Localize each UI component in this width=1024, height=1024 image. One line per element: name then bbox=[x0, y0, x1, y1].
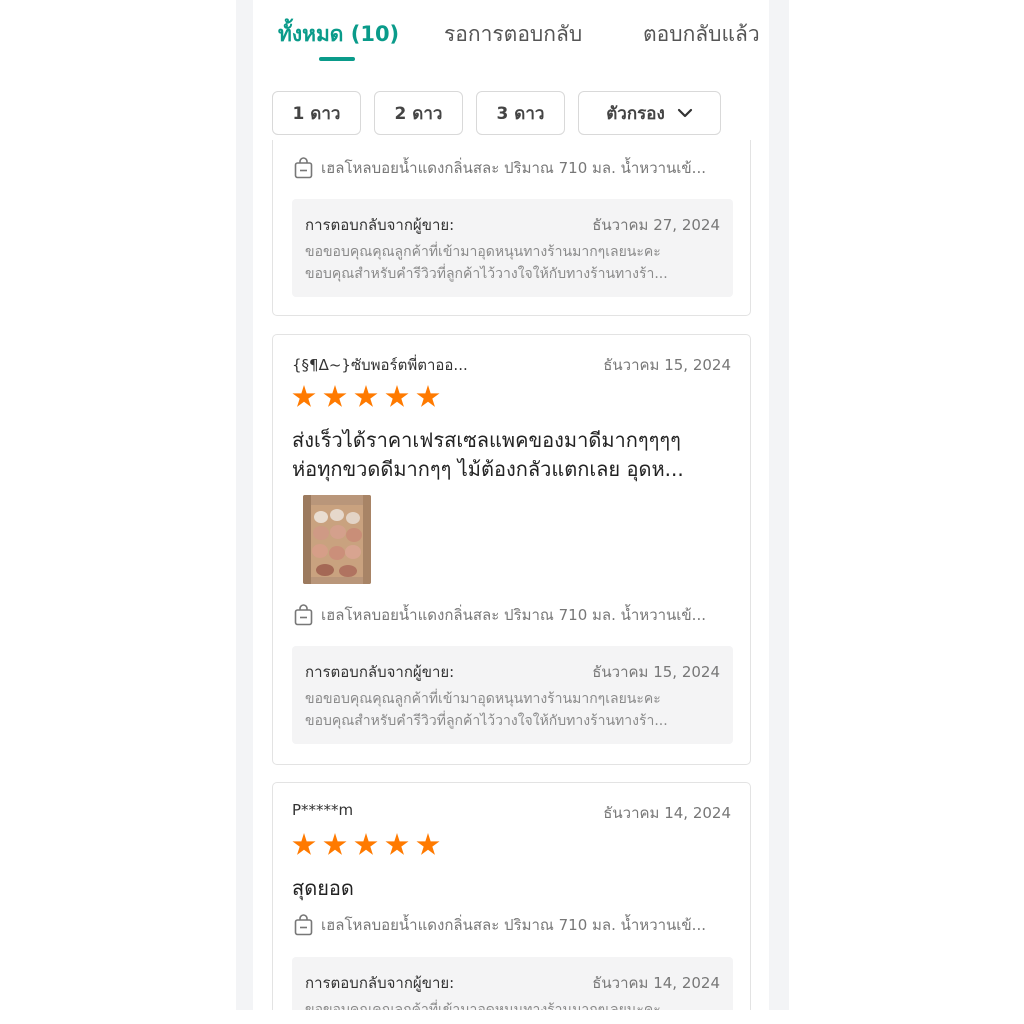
review-date: ธันวาคม 15, 2024 bbox=[603, 356, 731, 374]
shopping-bag-icon bbox=[294, 914, 313, 936]
seller-reply: การตอบกลับจากผู้ขาย: ธันวาคม 14, 2024 ขอ… bbox=[292, 957, 733, 1010]
seller-reply-label: การตอบกลับจากผู้ขาย: bbox=[305, 974, 455, 992]
shopping-bag-icon bbox=[294, 157, 313, 179]
reviewer-name: P*****m bbox=[292, 801, 354, 819]
chip-label: 3 ดาว bbox=[496, 103, 545, 124]
filter-3-star-button[interactable]: 3 ดาว bbox=[476, 91, 565, 135]
chevron-down-icon bbox=[677, 108, 692, 118]
seller-reply-label: การตอบกลับจากผู้ขาย: bbox=[305, 663, 455, 681]
star-rating bbox=[292, 385, 440, 409]
review-comment-line: สุดยอด bbox=[292, 876, 354, 900]
product-variant: เฮลโหลบอยน้ำแดงกลิ่นสละ ปริมาณ 710 มล. น… bbox=[294, 913, 734, 937]
star-icon bbox=[292, 385, 316, 407]
seller-reply-date: ธันวาคม 15, 2024 bbox=[592, 663, 720, 681]
seller-reply-text: ขอขอบคุณคุณลูกค้าที่เข้ามาอุดหนุนทางร้าน… bbox=[305, 241, 720, 285]
filter-dropdown-button[interactable]: ตัวกรอง bbox=[578, 91, 721, 135]
tab-all[interactable]: ทั้งหมด (10) bbox=[278, 18, 399, 51]
filter-2-star-button[interactable]: 2 ดาว bbox=[374, 91, 463, 135]
product-name: เฮลโหลบอยน้ำแดงกลิ่นสละ ปริมาณ 710 มล. น… bbox=[321, 606, 706, 624]
product-variant: เฮลโหลบอยน้ำแดงกลิ่นสละ ปริมาณ 710 มล. น… bbox=[294, 156, 734, 180]
seller-reply: การตอบกลับจากผู้ขาย: ธันวาคม 27, 2024 ขอ… bbox=[292, 199, 733, 297]
review-card: เฮลโหลบอยน้ำแดงกลิ่นสละ ปริมาณ 710 มล. น… bbox=[272, 140, 751, 316]
filter-1-star-button[interactable]: 1 ดาว bbox=[272, 91, 361, 135]
seller-reply-text: ขอขอบคุณคุณลูกค้าที่เข้ามาอุดหนุนทางร้าน… bbox=[305, 688, 720, 732]
review-comment: สุดยอด bbox=[292, 874, 737, 903]
review-comment-line: ส่งเร็วได้ราคาเฟรสเซลแพคของมาดีมากๆๆๆๆ bbox=[292, 428, 681, 452]
seller-reply-line: ขอบคุณสำหรับคำรีวิวที่ลูกค้าไว้วางใจให้ก… bbox=[305, 713, 668, 729]
review-list[interactable]: เฮลโหลบอยน้ำแดงกลิ่นสละ ปริมาณ 710 มล. น… bbox=[253, 140, 769, 1010]
seller-reply-line: ขอขอบคุณคุณลูกค้าที่เข้ามาอุดหนุนทางร้าน… bbox=[305, 691, 661, 707]
star-rating bbox=[292, 833, 440, 857]
reviewer-name: {§¶Δ~}ซับพอร์ตพี่ตาออ... bbox=[292, 356, 468, 374]
star-icon bbox=[292, 833, 316, 855]
star-icon bbox=[385, 385, 409, 407]
product-name: เฮลโหลบอยน้ำแดงกลิ่นสละ ปริมาณ 710 มล. น… bbox=[321, 916, 706, 934]
reviews-screen: ทั้งหมด (10) รอการตอบกลับ ตอบกลับแล้ว 1 … bbox=[236, 0, 789, 1010]
product-variant: เฮลโหลบอยน้ำแดงกลิ่นสละ ปริมาณ 710 มล. น… bbox=[294, 603, 734, 627]
seller-reply-date: ธันวาคม 27, 2024 bbox=[592, 216, 720, 234]
tab-replied[interactable]: ตอบกลับแล้ว bbox=[643, 18, 760, 51]
tab-waiting-reply[interactable]: รอการตอบกลับ bbox=[444, 18, 582, 51]
star-icon bbox=[416, 833, 440, 855]
star-icon bbox=[354, 385, 378, 407]
star-icon bbox=[416, 385, 440, 407]
review-comment-line: ห่อทุกขวดดีมากๆๆ ไม้ต้องกลัวแตกเลย อุดห.… bbox=[292, 457, 684, 481]
seller-reply-text: ขอขอบคุณคุณลูกค้าที่เข้ามาอุดหนุนทางร้าน… bbox=[305, 999, 720, 1010]
review-date: ธันวาคม 14, 2024 bbox=[603, 804, 731, 822]
star-icon bbox=[323, 385, 347, 407]
review-comment: ส่งเร็วได้ราคาเฟรสเซลแพคของมาดีมากๆๆๆๆ ห… bbox=[292, 426, 737, 484]
review-photo-image bbox=[303, 495, 371, 584]
shopping-bag-icon bbox=[294, 604, 313, 626]
reviews-panel: ทั้งหมด (10) รอการตอบกลับ ตอบกลับแล้ว 1 … bbox=[253, 0, 769, 1010]
chip-label: 1 ดาว bbox=[292, 103, 341, 124]
seller-reply-label: การตอบกลับจากผู้ขาย: bbox=[305, 216, 455, 234]
seller-reply-date: ธันวาคม 14, 2024 bbox=[592, 974, 720, 992]
review-card: {§¶Δ~}ซับพอร์ตพี่ตาออ... ธันวาคม 15, 202… bbox=[272, 334, 751, 765]
seller-reply-line: ขอขอบคุณคุณลูกค้าที่เข้ามาอุดหนุนทางร้าน… bbox=[305, 1002, 661, 1010]
star-icon bbox=[354, 833, 378, 855]
seller-reply-line: ขอบคุณสำหรับคำรีวิวที่ลูกค้าไว้วางใจให้ก… bbox=[305, 266, 668, 282]
star-icon bbox=[385, 833, 409, 855]
review-photo[interactable] bbox=[303, 495, 371, 584]
product-name: เฮลโหลบอยน้ำแดงกลิ่นสละ ปริมาณ 710 มล. น… bbox=[321, 159, 706, 177]
chip-label: 2 ดาว bbox=[394, 103, 443, 124]
star-icon bbox=[323, 833, 347, 855]
seller-reply: การตอบกลับจากผู้ขาย: ธันวาคม 15, 2024 ขอ… bbox=[292, 646, 733, 744]
active-tab-indicator bbox=[319, 57, 355, 61]
review-card: P*****m ธันวาคม 14, 2024 สุดยอด เฮลโหลบอ… bbox=[272, 782, 751, 1010]
seller-reply-line: ขอขอบคุณคุณลูกค้าที่เข้ามาอุดหนุนทางร้าน… bbox=[305, 244, 661, 260]
chip-label: ตัวกรอง bbox=[606, 103, 665, 124]
